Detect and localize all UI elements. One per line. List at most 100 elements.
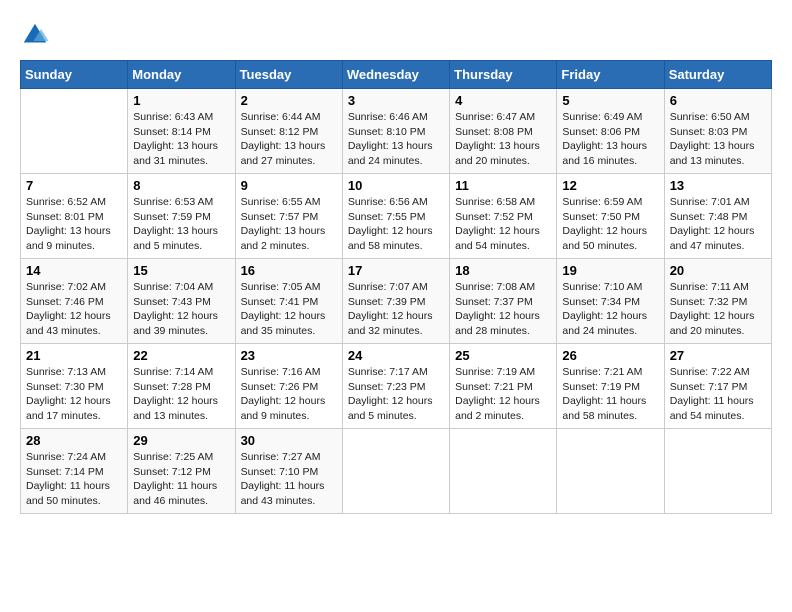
- calendar-cell: 1Sunrise: 6:43 AM Sunset: 8:14 PM Daylig…: [128, 89, 235, 174]
- calendar-cell: 6 Sunrise: 6:50 AM Sunset: 8:03 PM Daylig…: [664, 89, 771, 174]
- calendar-cell: 21 Sunrise: 7:13 AM Sunset: 7:30 PM Dayli…: [21, 344, 128, 429]
- day-number: 15: [133, 263, 229, 278]
- day-info: Sunrise: 7:19 AM Sunset: 7:21 PM Dayligh…: [455, 365, 551, 424]
- day-number: 29: [133, 433, 229, 448]
- day-number: 9: [241, 178, 337, 193]
- calendar-cell: 25 Sunrise: 7:19 AM Sunset: 7:21 PM Dayli…: [450, 344, 557, 429]
- day-header-sunday: Sunday: [21, 61, 128, 89]
- calendar-cell: 18Sunrise: 7:08 AM Sunset: 7:37 PM Dayli…: [450, 259, 557, 344]
- day-info: Sunrise: 7:07 AM Sunset: 7:39 PM Dayligh…: [348, 280, 444, 339]
- calendar-cell: 15 Sunrise: 7:04 AM Sunset: 7:43 PM Dayli…: [128, 259, 235, 344]
- day-header-thursday: Thursday: [450, 61, 557, 89]
- day-info: Sunrise: 7:05 AM Sunset: 7:41 PM Dayligh…: [241, 280, 337, 339]
- week-row-3: 14 Sunrise: 7:02 AM Sunset: 7:46 PM Dayli…: [21, 259, 772, 344]
- calendar-cell: [557, 429, 664, 514]
- calendar-cell: 28 Sunrise: 7:24 AM Sunset: 7:14 PM Dayli…: [21, 429, 128, 514]
- day-number: 22: [133, 348, 229, 363]
- day-info: Sunrise: 7:17 AM Sunset: 7:23 PM Dayligh…: [348, 365, 444, 424]
- day-info: Sunrise: 7:16 AM Sunset: 7:26 PM Dayligh…: [241, 365, 337, 424]
- calendar-cell: 27 Sunrise: 7:22 AM Sunset: 7:17 PM Dayli…: [664, 344, 771, 429]
- day-info: Sunrise: 6:56 AM Sunset: 7:55 PM Dayligh…: [348, 195, 444, 254]
- day-number: 20: [670, 263, 766, 278]
- day-header-wednesday: Wednesday: [342, 61, 449, 89]
- calendar-cell: 22 Sunrise: 7:14 AM Sunset: 7:28 PM Dayli…: [128, 344, 235, 429]
- day-info: Sunrise: 7:25 AM Sunset: 7:12 PM Dayligh…: [133, 450, 229, 509]
- day-number: 23: [241, 348, 337, 363]
- calendar-cell: 4Sunrise: 6:47 AM Sunset: 8:08 PM Daylig…: [450, 89, 557, 174]
- day-info: Sunrise: 6:53 AM Sunset: 7:59 PM Dayligh…: [133, 195, 229, 254]
- calendar-cell: 24 Sunrise: 7:17 AM Sunset: 7:23 PM Dayli…: [342, 344, 449, 429]
- day-number: 17: [348, 263, 444, 278]
- day-info: Sunrise: 7:10 AM Sunset: 7:34 PM Dayligh…: [562, 280, 658, 339]
- day-number: 27: [670, 348, 766, 363]
- day-info: Sunrise: 7:22 AM Sunset: 7:17 PM Dayligh…: [670, 365, 766, 424]
- day-header-row: SundayMondayTuesdayWednesdayThursdayFrid…: [21, 61, 772, 89]
- day-number: 16: [241, 263, 337, 278]
- day-number: 2: [241, 93, 337, 108]
- calendar-cell: 9 Sunrise: 6:55 AM Sunset: 7:57 PM Daylig…: [235, 174, 342, 259]
- day-number: 7: [26, 178, 122, 193]
- calendar-cell: 23 Sunrise: 7:16 AM Sunset: 7:26 PM Dayli…: [235, 344, 342, 429]
- day-info: Sunrise: 7:04 AM Sunset: 7:43 PM Dayligh…: [133, 280, 229, 339]
- calendar-cell: 19 Sunrise: 7:10 AM Sunset: 7:34 PM Dayli…: [557, 259, 664, 344]
- day-info: Sunrise: 7:02 AM Sunset: 7:46 PM Dayligh…: [26, 280, 122, 339]
- day-number: 5: [562, 93, 658, 108]
- day-number: 26: [562, 348, 658, 363]
- day-header-tuesday: Tuesday: [235, 61, 342, 89]
- day-info: Sunrise: 6:50 AM Sunset: 8:03 PM Dayligh…: [670, 110, 766, 169]
- logo: [20, 20, 54, 50]
- day-info: Sunrise: 6:44 AM Sunset: 8:12 PM Dayligh…: [241, 110, 337, 169]
- day-info: Sunrise: 6:58 AM Sunset: 7:52 PM Dayligh…: [455, 195, 551, 254]
- day-number: 14: [26, 263, 122, 278]
- calendar-cell: 12 Sunrise: 6:59 AM Sunset: 7:50 PM Dayli…: [557, 174, 664, 259]
- day-info: Sunrise: 6:46 AM Sunset: 8:10 PM Dayligh…: [348, 110, 444, 169]
- day-number: 12: [562, 178, 658, 193]
- day-number: 4: [455, 93, 551, 108]
- calendar-table: SundayMondayTuesdayWednesdayThursdayFrid…: [20, 60, 772, 514]
- day-number: 25: [455, 348, 551, 363]
- day-number: 28: [26, 433, 122, 448]
- week-row-1: 1Sunrise: 6:43 AM Sunset: 8:14 PM Daylig…: [21, 89, 772, 174]
- calendar-cell: 16 Sunrise: 7:05 AM Sunset: 7:41 PM Dayli…: [235, 259, 342, 344]
- day-number: 6: [670, 93, 766, 108]
- day-info: Sunrise: 6:55 AM Sunset: 7:57 PM Dayligh…: [241, 195, 337, 254]
- calendar-cell: 30Sunrise: 7:27 AM Sunset: 7:10 PM Dayli…: [235, 429, 342, 514]
- calendar-cell: [21, 89, 128, 174]
- day-header-saturday: Saturday: [664, 61, 771, 89]
- day-info: Sunrise: 6:43 AM Sunset: 8:14 PM Dayligh…: [133, 110, 229, 169]
- day-number: 11: [455, 178, 551, 193]
- day-number: 24: [348, 348, 444, 363]
- calendar-cell: 20 Sunrise: 7:11 AM Sunset: 7:32 PM Dayli…: [664, 259, 771, 344]
- week-row-5: 28 Sunrise: 7:24 AM Sunset: 7:14 PM Dayli…: [21, 429, 772, 514]
- day-info: Sunrise: 7:11 AM Sunset: 7:32 PM Dayligh…: [670, 280, 766, 339]
- day-number: 10: [348, 178, 444, 193]
- day-info: Sunrise: 6:59 AM Sunset: 7:50 PM Dayligh…: [562, 195, 658, 254]
- calendar-cell: 10 Sunrise: 6:56 AM Sunset: 7:55 PM Dayli…: [342, 174, 449, 259]
- calendar-cell: [450, 429, 557, 514]
- day-info: Sunrise: 6:52 AM Sunset: 8:01 PM Dayligh…: [26, 195, 122, 254]
- day-number: 13: [670, 178, 766, 193]
- calendar-cell: 13 Sunrise: 7:01 AM Sunset: 7:48 PM Dayli…: [664, 174, 771, 259]
- day-info: Sunrise: 7:14 AM Sunset: 7:28 PM Dayligh…: [133, 365, 229, 424]
- day-info: Sunrise: 7:13 AM Sunset: 7:30 PM Dayligh…: [26, 365, 122, 424]
- calendar-cell: 14 Sunrise: 7:02 AM Sunset: 7:46 PM Dayli…: [21, 259, 128, 344]
- day-number: 21: [26, 348, 122, 363]
- day-number: 19: [562, 263, 658, 278]
- day-info: Sunrise: 7:24 AM Sunset: 7:14 PM Dayligh…: [26, 450, 122, 509]
- day-info: Sunrise: 7:27 AM Sunset: 7:10 PM Dayligh…: [241, 450, 337, 509]
- calendar-cell: 11 Sunrise: 6:58 AM Sunset: 7:52 PM Dayli…: [450, 174, 557, 259]
- calendar-cell: 29 Sunrise: 7:25 AM Sunset: 7:12 PM Dayli…: [128, 429, 235, 514]
- day-number: 18: [455, 263, 551, 278]
- calendar-cell: 2 Sunrise: 6:44 AM Sunset: 8:12 PM Daylig…: [235, 89, 342, 174]
- calendar-cell: [342, 429, 449, 514]
- page-header: [20, 20, 772, 50]
- calendar-cell: 7 Sunrise: 6:52 AM Sunset: 8:01 PM Daylig…: [21, 174, 128, 259]
- day-info: Sunrise: 7:01 AM Sunset: 7:48 PM Dayligh…: [670, 195, 766, 254]
- day-info: Sunrise: 6:49 AM Sunset: 8:06 PM Dayligh…: [562, 110, 658, 169]
- calendar-cell: 26Sunrise: 7:21 AM Sunset: 7:19 PM Dayli…: [557, 344, 664, 429]
- day-header-friday: Friday: [557, 61, 664, 89]
- week-row-2: 7 Sunrise: 6:52 AM Sunset: 8:01 PM Daylig…: [21, 174, 772, 259]
- day-header-monday: Monday: [128, 61, 235, 89]
- calendar-cell: 8Sunrise: 6:53 AM Sunset: 7:59 PM Daylig…: [128, 174, 235, 259]
- calendar-cell: [664, 429, 771, 514]
